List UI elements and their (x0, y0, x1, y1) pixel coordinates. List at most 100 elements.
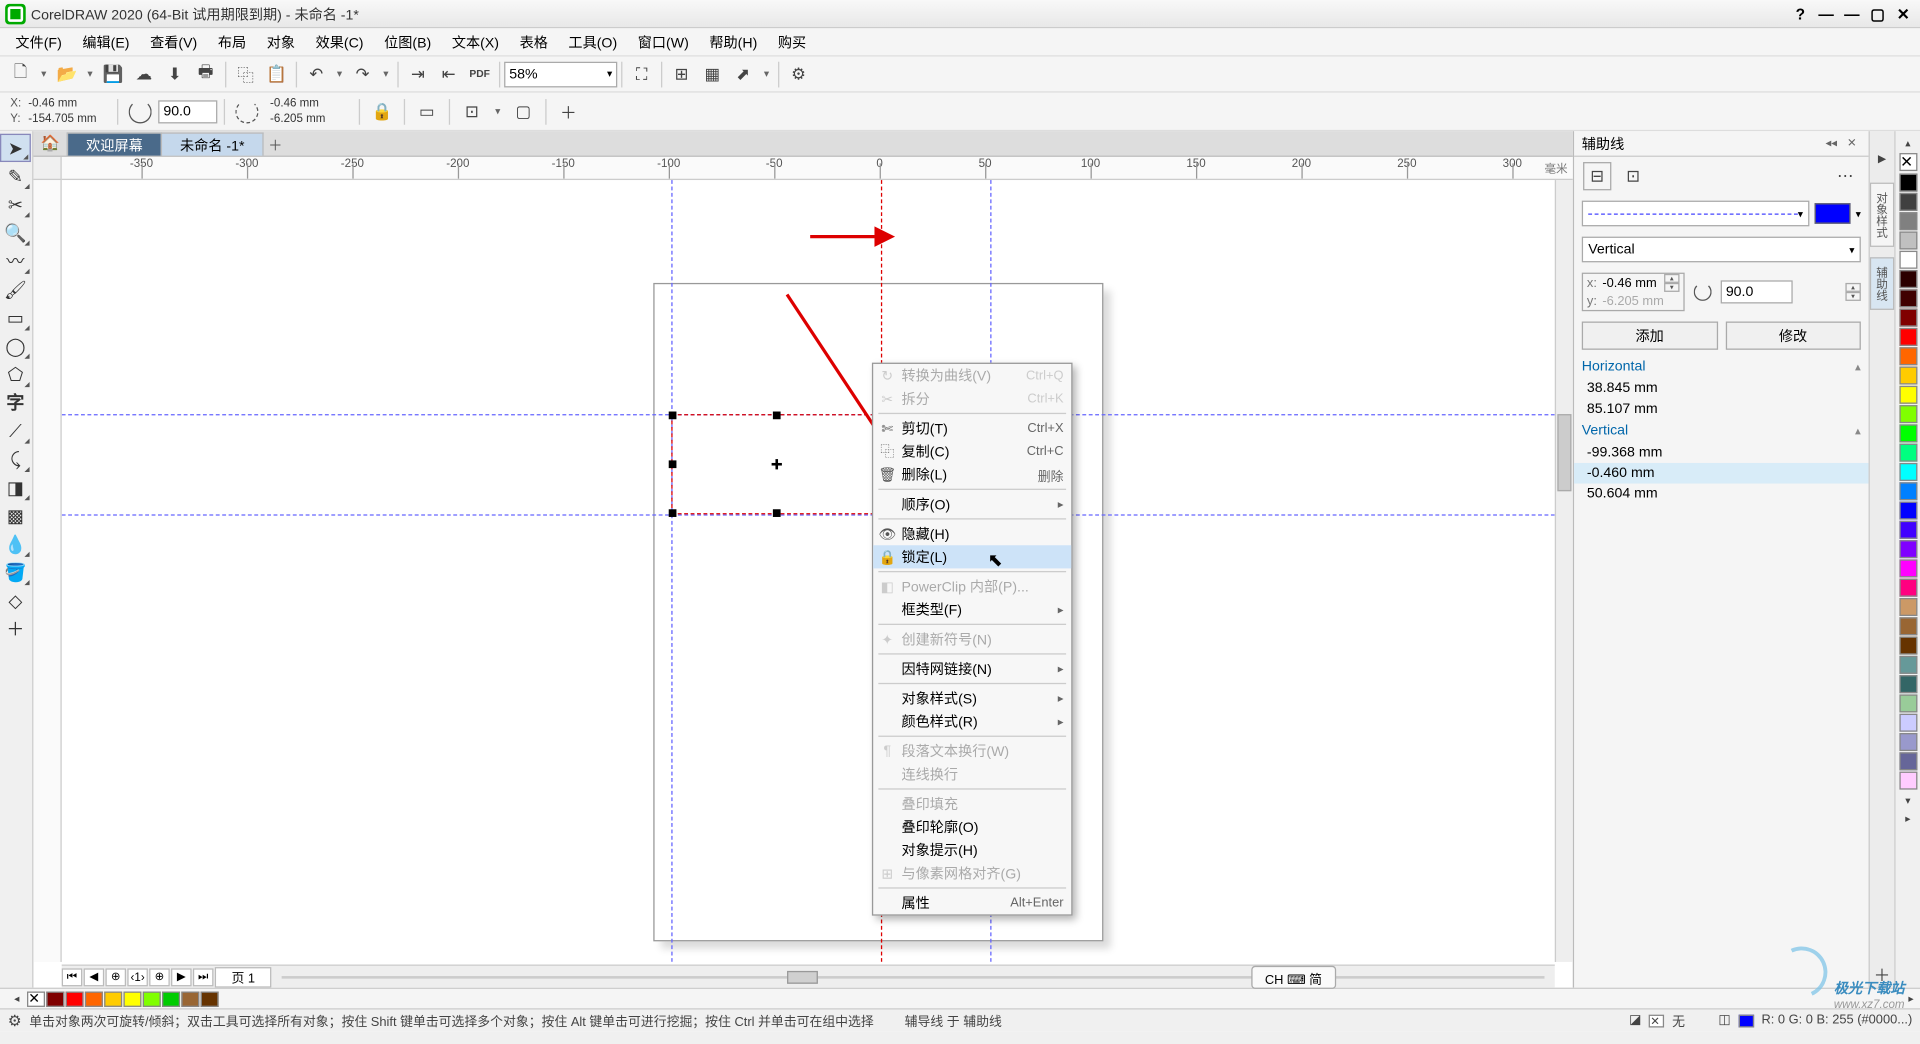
ctx-hide[interactable]: 👁隐藏(H) (873, 522, 1071, 545)
ctx-color-styles[interactable]: 颜色样式(R)▸ (873, 710, 1071, 733)
menu-item-4[interactable]: 对象 (256, 29, 305, 55)
menu-item-1[interactable]: 编辑(E) (72, 29, 140, 55)
color-swatch[interactable] (1899, 617, 1917, 635)
tab-add-button[interactable]: ＋ (263, 135, 289, 156)
open-dd[interactable]: ▾ (82, 68, 97, 80)
pick-tool[interactable]: ➤ (0, 134, 31, 162)
menu-item-11[interactable]: 帮助(H) (699, 29, 768, 55)
save-button[interactable]: 💾 (99, 60, 127, 88)
color-swatch[interactable] (1899, 386, 1917, 404)
artistic-media-tool[interactable]: 🖌 (0, 275, 31, 303)
home-icon[interactable]: 🏠 (33, 130, 66, 156)
guide-vertical[interactable] (671, 180, 672, 962)
vertical-scrollbar[interactable] (1555, 180, 1573, 962)
color-swatch[interactable] (1899, 174, 1917, 192)
guide-horizontal[interactable] (62, 514, 1555, 515)
menu-item-8[interactable]: 表格 (509, 29, 558, 55)
menu-item-0[interactable]: 文件(F) (5, 29, 72, 55)
docker-tab-object-styles[interactable]: 对象样式 (1870, 183, 1894, 247)
minimize-button[interactable]: — (1840, 5, 1863, 23)
guide-coord-input[interactable]: x:-0.46 mm▴▾ y:-6.205 mm (1582, 273, 1685, 312)
ctx-properties[interactable]: 属性Alt+Enter (873, 891, 1071, 914)
color-swatch[interactable] (123, 991, 141, 1006)
guide-vert-mode-icon[interactable]: ⊡ (1619, 162, 1647, 190)
zoom-tool[interactable]: 🔍 (0, 219, 31, 247)
palette-down-button[interactable]: ▾ (1894, 791, 1920, 809)
open-button[interactable]: 📂 (53, 60, 81, 88)
maximize-button[interactable]: ▢ (1866, 5, 1889, 23)
menu-item-5[interactable]: 效果(C) (305, 29, 374, 55)
horizontal-scrollbar[interactable] (282, 970, 1544, 983)
page-first-button[interactable]: ⏮ (62, 968, 83, 986)
undo-button[interactable]: ↶ (302, 60, 330, 88)
viewport[interactable] (62, 180, 1555, 962)
copy-button[interactable]: ⿻ (231, 60, 259, 88)
close-button[interactable]: ✕ (1892, 5, 1915, 23)
color-swatch[interactable] (1899, 289, 1917, 307)
color-swatch[interactable] (1899, 424, 1917, 442)
guide-add-button[interactable]: 添加 (1582, 322, 1718, 350)
page-prev-button[interactable]: ◀ (84, 968, 105, 986)
lock-button[interactable]: 🔒 (368, 97, 396, 125)
color-swatch[interactable] (1899, 502, 1917, 520)
import-button[interactable]: ⇥ (404, 60, 432, 88)
zoom-combo[interactable]: 58%▾ (504, 61, 617, 87)
menu-item-9[interactable]: 工具(O) (558, 29, 627, 55)
color-swatch[interactable] (1899, 714, 1917, 732)
align-button[interactable]: ▦ (698, 60, 726, 88)
color-swatch[interactable] (1899, 637, 1917, 655)
color-swatch[interactable] (201, 991, 219, 1006)
color-swatch[interactable] (104, 991, 122, 1006)
outline-indicator-icon[interactable]: ◫ (1718, 1013, 1730, 1027)
color-swatch[interactable] (143, 991, 161, 1006)
color-swatch[interactable] (162, 991, 180, 1006)
color-swatch[interactable] (1899, 328, 1917, 346)
tab-document[interactable]: 未命名 -1* (161, 132, 264, 155)
guide-h-item[interactable]: 85.107 mm (1574, 399, 1868, 420)
color-swatch[interactable] (1899, 444, 1917, 462)
guide-h-item[interactable]: 38.845 mm (1574, 378, 1868, 399)
color-swatch[interactable] (1899, 251, 1917, 269)
new-button[interactable]: 🗋 (6, 60, 34, 88)
menu-item-7[interactable]: 文本(X) (442, 29, 510, 55)
menu-item-3[interactable]: 布局 (208, 29, 257, 55)
color-swatch[interactable] (1899, 579, 1917, 597)
rectangle-tool[interactable]: ▭ (0, 303, 31, 331)
none-swatch-bottom[interactable]: ✕ (27, 991, 45, 1006)
page-tab-1[interactable]: 页 1 (215, 966, 272, 987)
docker-tab-guidelines[interactable]: 辅助线 (1870, 257, 1894, 310)
text-tool[interactable]: 字 (0, 388, 31, 416)
page-add-before-button[interactable]: ⊕ (105, 968, 126, 986)
guides-horizontal-header[interactable]: Horizontal▴ (1574, 355, 1868, 378)
publish-pdf-button[interactable]: PDF (466, 60, 494, 88)
color-swatch[interactable] (1899, 540, 1917, 558)
menu-item-6[interactable]: 位图(B) (374, 29, 442, 55)
page-count[interactable]: ‹1› (127, 968, 148, 986)
guide-v-item[interactable]: -99.368 mm (1574, 442, 1868, 463)
palette-up-button[interactable]: ▴ (1894, 134, 1920, 152)
page-next-button[interactable]: ▶ (171, 968, 192, 986)
color-swatch[interactable] (85, 991, 103, 1006)
guide-direction-combo[interactable]: Vertical▾ (1582, 237, 1861, 263)
guides-vertical-header[interactable]: Vertical▴ (1574, 419, 1868, 442)
docker-expand-button[interactable]: ▸ (1868, 144, 1896, 172)
none-swatch[interactable]: ✕ (1899, 153, 1917, 171)
ctx-object-styles[interactable]: 对象样式(S)▸ (873, 687, 1071, 710)
color-swatch[interactable] (1899, 559, 1917, 577)
statusbar-gear-icon[interactable]: ⚙ (8, 1011, 22, 1029)
color-swatch[interactable] (1899, 772, 1917, 790)
export-button[interactable]: ⇤ (435, 60, 463, 88)
cloud-upload-button[interactable]: ☁ (130, 60, 158, 88)
color-swatch[interactable] (1899, 598, 1917, 616)
color-swatch[interactable] (1899, 463, 1917, 481)
ellipse-tool[interactable]: ◯ (0, 332, 31, 360)
ruler-origin[interactable] (33, 157, 61, 180)
menu-item-10[interactable]: 窗口(W) (627, 29, 699, 55)
guide-modify-button[interactable]: 修改 (1725, 322, 1861, 350)
ime-indicator[interactable]: CH ⌨ 简 (1251, 966, 1336, 989)
ruler-horizontal[interactable]: -350-300-250-200-150-100-500501001502002… (62, 157, 1573, 180)
menu-item-12[interactable]: 购买 (768, 29, 817, 55)
rotation-input[interactable] (158, 100, 217, 123)
palette-menu-button[interactable]: ▸ (1894, 809, 1920, 827)
parallel-dim-tool[interactable]: ⟋ (0, 417, 31, 445)
